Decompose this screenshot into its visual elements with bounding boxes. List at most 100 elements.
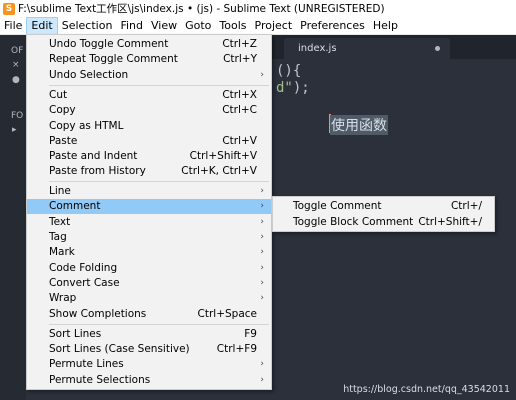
menu-find[interactable]: Find <box>116 17 147 35</box>
selected-text: 使用函数 <box>330 115 388 135</box>
menu-item-label: Code Folding <box>49 262 118 274</box>
menu-item-label: Sort Lines <box>49 328 102 340</box>
menu-item-copy-as-html[interactable]: Copy as HTML <box>27 119 271 134</box>
menu-item-undo-toggle-comment[interactable]: Undo Toggle Comment Ctrl+Z <box>27 37 271 52</box>
submenu-arrow-icon: › <box>260 247 264 257</box>
menu-item-label: Wrap <box>49 292 77 304</box>
menu-item-shortcut: F9 <box>244 328 257 340</box>
submenu-arrow-icon: › <box>260 232 264 242</box>
menu-file[interactable]: File <box>0 17 26 35</box>
menu-item-permute-selections[interactable]: Permute Selections › <box>27 373 271 388</box>
menu-preferences[interactable]: Preferences <box>296 17 369 35</box>
watermark-text: https://blog.csdn.net/qq_43542011 <box>343 384 510 395</box>
code-string: d" <box>276 80 293 96</box>
menu-item-shortcut: Ctrl+F9 <box>216 343 257 355</box>
menu-item-undo-selection[interactable]: Undo Selection › <box>27 68 271 83</box>
menu-item-cut[interactable]: Cut Ctrl+X <box>27 88 271 103</box>
menu-separator <box>49 324 269 325</box>
menu-item-label: Paste and Indent <box>49 150 138 162</box>
menu-item-line[interactable]: Line › <box>27 184 271 199</box>
menu-item-label: Paste <box>49 135 78 147</box>
menu-view[interactable]: View <box>147 17 181 35</box>
submenu-arrow-icon: › <box>260 359 264 369</box>
title-bar: S F:\sublime Text工作区\js\index.js • (js) … <box>0 0 516 17</box>
menu-item-shortcut: Ctrl+V <box>222 135 257 147</box>
menu-item-shortcut: Ctrl+X <box>222 89 257 101</box>
menu-item-shortcut: Ctrl+Shift+/ <box>418 216 482 228</box>
menu-item-text[interactable]: Text › <box>27 215 271 230</box>
menu-item-shortcut: Ctrl+Z <box>222 38 257 50</box>
menu-goto[interactable]: Goto <box>181 17 215 35</box>
menu-edit[interactable]: Edit <box>26 16 58 35</box>
code-line-2-end: ); <box>292 80 310 96</box>
menu-item-label: Sort Lines (Case Sensitive) <box>49 343 190 355</box>
menu-item-show-completions[interactable]: Show Completions Ctrl+Space <box>27 307 271 322</box>
menu-item-toggle-comment[interactable]: Toggle Comment Ctrl+/ <box>273 199 494 214</box>
code-line-2: d"); <box>276 80 310 96</box>
submenu-arrow-icon: › <box>260 70 264 80</box>
menu-item-tag[interactable]: Tag › <box>27 230 271 245</box>
close-file-icon[interactable]: × <box>12 60 20 70</box>
menu-item-label: Toggle Comment <box>293 200 382 212</box>
menu-item-repeat-toggle-comment[interactable]: Repeat Toggle Comment Ctrl+Y <box>27 52 271 67</box>
menu-item-shortcut: Ctrl+/ <box>450 200 482 212</box>
file-dot-icon[interactable]: ● <box>12 75 20 85</box>
menu-item-label: Copy <box>49 104 76 116</box>
menu-help[interactable]: Help <box>369 17 402 35</box>
edit-menu: Undo Toggle Comment Ctrl+Z Repeat Toggle … <box>26 34 272 390</box>
menu-separator <box>49 181 269 182</box>
menu-item-shortcut: Ctrl+Y <box>223 53 257 65</box>
menu-item-convert-case[interactable]: Convert Case › <box>27 276 271 291</box>
menu-item-label: Toggle Block Comment <box>293 216 414 228</box>
menu-selection[interactable]: Selection <box>58 17 117 35</box>
menu-item-shortcut: Ctrl+Shift+V <box>189 150 257 162</box>
window-title: F:\sublime Text工作区\js\index.js • (js) - … <box>18 3 385 15</box>
menu-item-label: Tag <box>49 231 67 243</box>
menu-item-label: Paste from History <box>49 165 146 177</box>
code-line-1: (){ <box>276 63 302 79</box>
menu-item-paste-from-history[interactable]: Paste from History Ctrl+K, Ctrl+V <box>27 164 271 179</box>
open-files-label: OF <box>11 46 24 56</box>
menu-item-label: Text <box>49 216 71 228</box>
menu-item-permute-lines[interactable]: Permute Lines › <box>27 357 271 372</box>
comment-submenu: Toggle Comment Ctrl+/ Toggle Block Commen… <box>272 196 495 232</box>
menu-tools[interactable]: Tools <box>215 17 250 35</box>
menu-item-label: Repeat Toggle Comment <box>49 53 178 65</box>
menu-project[interactable]: Project <box>251 17 297 35</box>
menu-item-comment[interactable]: Comment › <box>27 199 271 214</box>
menu-item-paste-and-indent[interactable]: Paste and Indent Ctrl+Shift+V <box>27 149 271 164</box>
menu-bar: File Edit Selection Find View Goto Tools… <box>0 16 516 35</box>
menu-item-code-folding[interactable]: Code Folding › <box>27 261 271 276</box>
menu-separator <box>49 85 269 86</box>
menu-item-label: Convert Case <box>49 277 120 289</box>
menu-item-copy[interactable]: Copy Ctrl+C <box>27 103 271 118</box>
menu-item-label: Copy as HTML <box>49 120 124 132</box>
menu-item-label: Permute Selections <box>49 374 151 386</box>
menu-item-label: Permute Lines <box>49 358 124 370</box>
tab-label: index.js <box>298 43 337 54</box>
submenu-arrow-icon: › <box>260 278 264 288</box>
submenu-arrow-icon: › <box>260 186 264 196</box>
folders-label: FO <box>11 111 24 121</box>
menu-item-label: Mark <box>49 246 75 258</box>
submenu-arrow-icon: › <box>260 263 264 273</box>
menu-item-shortcut: Ctrl+C <box>222 104 257 116</box>
sublime-app-icon: S <box>3 2 15 15</box>
folder-expand-icon[interactable]: ▸ <box>12 125 17 135</box>
menu-item-mark[interactable]: Mark › <box>27 245 271 260</box>
menu-item-label: Undo Toggle Comment <box>49 38 169 50</box>
sidebar: OF × ● FO ▸ <box>0 35 26 400</box>
menu-item-paste[interactable]: Paste Ctrl+V <box>27 134 271 149</box>
tab-index-js[interactable]: index.js <box>284 38 450 59</box>
menu-item-sort-lines-case-sensitive[interactable]: Sort Lines (Case Sensitive) Ctrl+F9 <box>27 342 271 357</box>
menu-item-label: Undo Selection <box>49 69 129 81</box>
menu-item-shortcut: Ctrl+K, Ctrl+V <box>181 165 257 177</box>
menu-item-sort-lines[interactable]: Sort Lines F9 <box>27 327 271 342</box>
submenu-arrow-icon: › <box>260 375 264 385</box>
menu-item-label: Cut <box>49 89 68 101</box>
unsaved-dot-icon[interactable] <box>435 46 440 51</box>
menu-item-toggle-block-comment[interactable]: Toggle Block Comment Ctrl+Shift+/ <box>273 215 494 230</box>
menu-item-wrap[interactable]: Wrap › <box>27 291 271 306</box>
menu-item-label: Show Completions <box>49 308 147 320</box>
submenu-arrow-icon: › <box>260 217 264 227</box>
